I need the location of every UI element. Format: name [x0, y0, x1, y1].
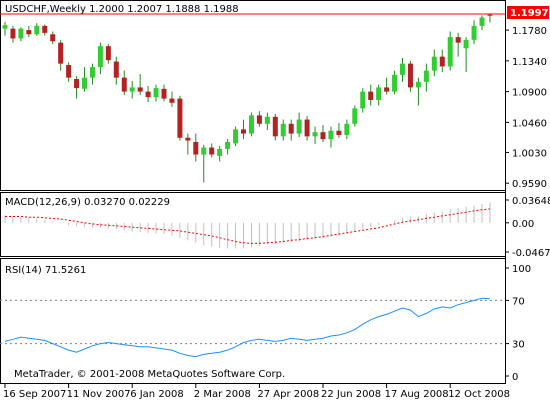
candle-body	[479, 17, 485, 26]
candle-body	[392, 74, 398, 92]
copyright-text: MetaTrader, © 2001-2008 MetaQuotes Softw…	[14, 369, 285, 380]
candle-body	[105, 46, 111, 61]
price-axis-ticks: 1.1780 1.1340 1.0900 1.0460 1.0030 0.9590	[505, 26, 547, 190]
candle-body	[376, 87, 382, 100]
candle-body	[248, 115, 254, 134]
price-tick-label: 1.1340	[512, 57, 547, 68]
candle-body	[34, 25, 40, 35]
candle-body	[42, 25, 48, 33]
candle-body	[487, 14, 493, 16]
candle-body	[312, 132, 318, 137]
candle-body	[415, 81, 421, 88]
candle-body	[113, 61, 119, 78]
symbol-header: USDCHF,Weekly 1.2000 1.2007 1.1888 1.198…	[5, 4, 239, 15]
candle-body	[288, 123, 294, 134]
candle-body	[26, 30, 32, 35]
current-price-label: 1.1997	[510, 8, 549, 19]
price-tick-label: 1.1780	[512, 26, 547, 37]
candle-body	[455, 37, 461, 43]
date-tick-label: 2 Mar 2008	[194, 389, 251, 400]
candle-body	[233, 129, 239, 144]
candle-body	[153, 88, 159, 98]
date-tick-label: 17 Aug 2008	[385, 389, 449, 400]
date-tick-label: 11 Nov 2007	[67, 389, 131, 400]
rsi-tick-label: 30	[512, 340, 525, 351]
candle-body	[360, 91, 366, 109]
candle-body	[328, 130, 334, 140]
price-tick-label: 1.0460	[512, 118, 547, 129]
macd-tick-label: 0.00	[512, 219, 534, 230]
candle-body	[169, 98, 175, 103]
candle-body	[18, 28, 24, 39]
candle-body	[439, 56, 445, 67]
candle-body	[10, 28, 16, 39]
candle-body	[336, 130, 342, 135]
rsi-axis-ticks: 100 70 30 0	[505, 264, 531, 383]
macd-tick-label: 0.03648	[512, 196, 550, 207]
candle-body	[225, 141, 231, 149]
candle-body	[447, 37, 453, 67]
candle-body	[352, 108, 358, 124]
candle-body	[280, 123, 286, 137]
date-tick-label: 16 Sep 2007	[3, 389, 66, 400]
candle-body	[74, 79, 80, 89]
date-tick-label: 6 Jan 2008	[130, 389, 184, 400]
candle-body	[97, 46, 103, 68]
price-tick-label: 0.9590	[512, 179, 547, 190]
candle-body	[185, 137, 191, 141]
candle-body	[272, 116, 278, 137]
candle-body	[256, 115, 262, 124]
candle-body	[66, 65, 72, 78]
candle-body	[217, 148, 223, 156]
candle-body	[471, 25, 477, 40]
macd-tick-label: -0.04674	[512, 248, 550, 259]
price-tick-label: 1.0900	[512, 88, 547, 99]
candle-body	[58, 42, 64, 64]
candle-body	[431, 56, 437, 71]
candle-body	[296, 119, 302, 134]
candle-body	[82, 77, 87, 89]
candle-body	[2, 25, 8, 29]
candle-body	[145, 91, 151, 98]
candle-body	[241, 129, 246, 134]
candle-body	[304, 119, 310, 137]
rsi-label: RSI(14) 71.5261	[5, 265, 86, 276]
candle-body	[121, 77, 127, 92]
candle-body	[201, 147, 207, 155]
candle-body	[400, 63, 405, 75]
rsi-tick-label: 100	[512, 264, 531, 275]
candle-body	[384, 87, 390, 92]
candle-body	[50, 34, 56, 42]
candle-body	[161, 88, 167, 99]
candle-body	[463, 39, 469, 49]
rsi-panel	[0, 258, 506, 384]
candle-body	[344, 123, 350, 135]
candle-body	[129, 87, 135, 92]
price-tick-label: 1.0030	[512, 148, 547, 159]
candle-body	[209, 147, 215, 155]
rsi-tick-label: 70	[512, 296, 525, 307]
date-axis-ticks: 16 Sep 2007 11 Nov 2007 6 Jan 2008 2 Mar 20…	[3, 384, 510, 400]
candle-body	[89, 67, 95, 78]
candle-body	[423, 70, 429, 82]
candle-body	[137, 87, 143, 92]
chart-canvas: 1.1780 1.1340 1.0900 1.0460 1.0030 0.9590 1.1…	[0, 0, 550, 400]
rsi-tick-label: 0	[512, 372, 518, 383]
date-tick-label: 22 Jun 2008	[321, 389, 381, 400]
candle-body	[320, 132, 326, 140]
candle-body	[193, 141, 199, 155]
candle-body	[264, 116, 270, 124]
candle-body	[177, 98, 183, 138]
candle-body	[407, 63, 413, 88]
macd-axis-ticks: 0.03648 0.00 -0.04674	[505, 196, 550, 259]
date-tick-label: 12 Oct 2008	[448, 389, 510, 400]
candle-body	[368, 91, 374, 100]
macd-label: MACD(12,26,9) 0.03270 0.02229	[5, 197, 170, 208]
date-tick-label: 27 Apr 2008	[257, 389, 319, 400]
